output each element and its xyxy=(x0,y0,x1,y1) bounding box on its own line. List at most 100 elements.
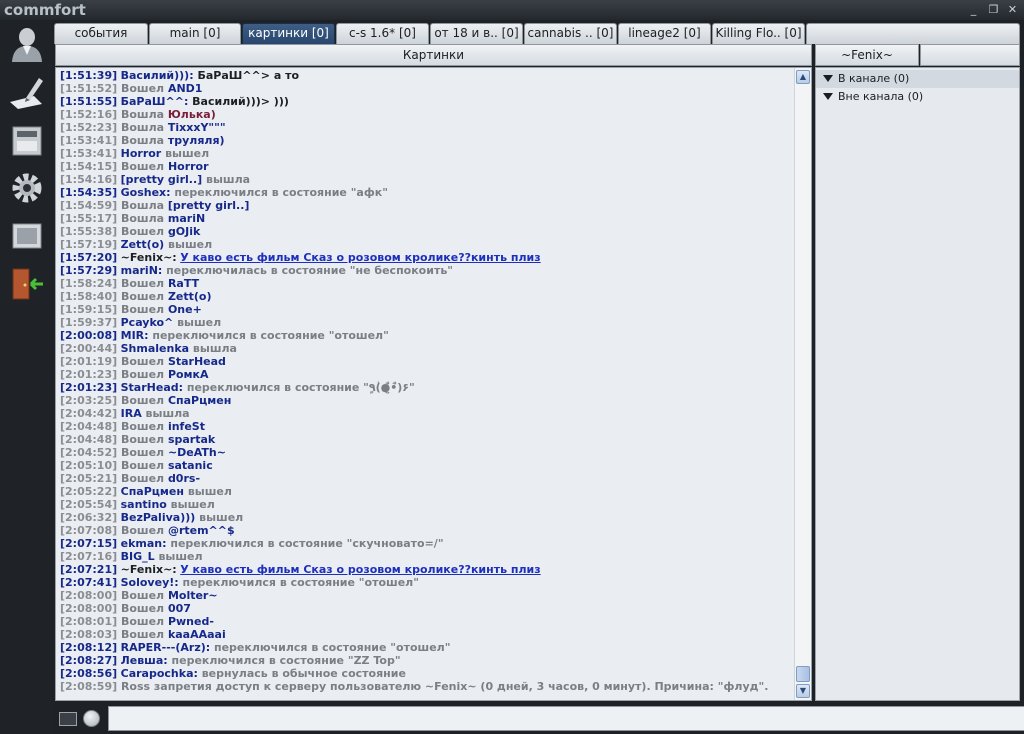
chat-nick[interactable]: Horror xyxy=(121,147,162,160)
minimize-button[interactable]: _ xyxy=(966,3,981,17)
chat-nick[interactable]: Zett(o) xyxy=(168,290,212,303)
chat-nick[interactable]: 007 xyxy=(168,602,191,615)
exit-door-icon[interactable] xyxy=(8,264,46,304)
tab-strip: события main [0] картинки [0] c-s 1.6* [… xyxy=(52,20,1024,44)
chat-nick[interactable]: Molter~ xyxy=(168,589,218,602)
chat-nick[interactable]: Shmalenka xyxy=(121,342,189,355)
scroll-down-button[interactable]: ▼ xyxy=(796,684,810,698)
group-out-of-channel[interactable]: Вне канала (0) xyxy=(816,88,1019,106)
tab-pictures[interactable]: картинки [0] xyxy=(242,23,335,44)
chat-timestamp: [2:01:19] xyxy=(60,355,118,368)
close-button[interactable]: ✕ xyxy=(1005,3,1020,17)
chat-timestamp: [2:07:15] xyxy=(60,537,118,550)
chat-log[interactable]: [1:51:39] Василий))): БаРаШ^^> а то [1:51… xyxy=(55,67,812,701)
chat-message: Василий)))> ))) xyxy=(188,95,289,108)
chat-nick[interactable]: [pretty girl..] xyxy=(121,173,203,186)
chat-status: переключилась в состояние "не беспокоить… xyxy=(162,264,454,277)
chat-nick[interactable]: mariN: xyxy=(121,264,163,277)
chat-nick[interactable]: satanic xyxy=(168,459,213,472)
chat-event: Вошел xyxy=(117,290,168,303)
chat-nick[interactable]: santino xyxy=(121,498,167,511)
chat-timestamp: [1:57:20] xyxy=(60,251,118,264)
chat-timestamp: [1:52:23] xyxy=(60,121,118,134)
chat-nick: ~Fenix~: xyxy=(120,251,177,264)
settings-gear-icon[interactable] xyxy=(8,168,46,208)
chat-nick[interactable]: BezPaliva))) xyxy=(121,511,196,524)
chat-link[interactable]: У каво есть фильм Сказ о розовом кролике… xyxy=(180,251,540,264)
chat-nick[interactable]: Pwned- xyxy=(168,615,214,628)
chat-nick[interactable]: Zett(o) xyxy=(121,238,165,251)
chat-nick[interactable]: Pcayko^ xyxy=(121,316,174,329)
chat-nick[interactable]: BIG_L xyxy=(121,550,155,563)
scroll-up-button[interactable]: ▲ xyxy=(796,70,810,84)
tab-cannabis[interactable]: cannabis .. [0] xyxy=(524,23,617,44)
chat-nick[interactable]: Horror xyxy=(168,160,209,173)
chat-nick[interactable]: РомкА xyxy=(168,368,209,381)
chat-nick[interactable]: StarHead: xyxy=(121,381,183,394)
scroll-thumb[interactable] xyxy=(796,666,810,682)
chat-nick[interactable]: труляля) xyxy=(168,134,225,147)
chat-event: вышел xyxy=(195,511,244,524)
chat-event: Вошел xyxy=(117,628,168,641)
user-icon[interactable] xyxy=(8,24,46,64)
chat-nick[interactable]: AND1 xyxy=(168,82,203,95)
insert-image-icon[interactable] xyxy=(59,712,77,726)
pen-icon[interactable] xyxy=(8,72,46,112)
chat-nick[interactable]: Goshex: xyxy=(121,186,171,199)
chat-nick[interactable]: Левша: xyxy=(121,654,168,667)
chat-line: [2:01:23] StarHead: переключился в состо… xyxy=(60,381,790,394)
chat-timestamp: [2:05:10] xyxy=(60,459,118,472)
chat-nick[interactable]: ekman: xyxy=(121,537,167,550)
tab-main[interactable]: main [0] xyxy=(149,23,241,44)
chat-nick[interactable]: IRA xyxy=(121,407,142,420)
chat-nick[interactable]: СпаРцмен xyxy=(168,394,231,407)
chat-line: [1:54:59] Вошла [pretty girl..] xyxy=(60,199,790,212)
chat-line: [1:52:23] Вошла TixxxY""" xyxy=(60,121,790,134)
chat-nick[interactable]: ~DeATh~ xyxy=(168,446,226,459)
chat-line: [1:51:55] БаРаШ^^: Василий)))> ))) xyxy=(60,95,790,108)
chat-nick[interactable]: spartak xyxy=(168,433,215,446)
maximize-button[interactable]: ❐ xyxy=(986,3,1001,17)
chat-nick[interactable]: One+ xyxy=(168,303,202,316)
chat-nick[interactable]: d0rs- xyxy=(168,472,200,485)
chat-nick[interactable]: Василий))): xyxy=(121,69,194,82)
chat-nick[interactable]: БаРаШ^^: xyxy=(121,95,189,108)
message-input[interactable] xyxy=(108,706,1024,731)
chat-nick[interactable]: TixxxY""" xyxy=(168,121,226,134)
chat-nick[interactable]: @rtem^^$ xyxy=(168,524,235,537)
chat-link[interactable]: У каво есть фильм Сказ о розовом кролике… xyxy=(180,563,540,576)
tab-lineage2[interactable]: lineage2 [0] xyxy=(618,23,711,44)
drive-icon[interactable] xyxy=(8,120,46,160)
smiley-icon[interactable] xyxy=(83,710,100,727)
tab-cs16[interactable]: c-s 1.6* [0] xyxy=(336,23,429,44)
chat-nick[interactable]: MIR: xyxy=(121,329,149,342)
chat-nick[interactable]: StarHead xyxy=(168,355,226,368)
chat-nick[interactable]: [pretty girl..] xyxy=(168,199,250,212)
chat-message: БаРаШ^^> а то xyxy=(193,69,300,82)
chat-nick[interactable]: kaaAAaai xyxy=(168,628,226,641)
chat-event: Вошел xyxy=(117,589,168,602)
chat-nick[interactable]: RaTT xyxy=(168,277,199,290)
tab-events[interactable]: события xyxy=(54,23,148,44)
chat-nick[interactable]: Solovey!: xyxy=(121,576,179,589)
chat-status: вернулась в обычное состояние xyxy=(197,667,406,680)
title-bar[interactable]: commfort _ ❐ ✕ xyxy=(0,0,1024,20)
chat-nick[interactable]: RAPER---(Arz): xyxy=(121,641,211,654)
chat-line: [1:59:37] Pcayko^ вышел xyxy=(60,316,790,329)
tab-18plus[interactable]: от 18 и в.. [0] xyxy=(430,23,523,44)
chat-timestamp: [1:55:17] xyxy=(60,212,118,225)
chat-timestamp: [2:00:44] xyxy=(60,342,118,355)
chat-scrollbar[interactable]: ▲ ▼ xyxy=(794,68,811,700)
chat-nick[interactable]: infeSt xyxy=(168,420,205,433)
image-icon[interactable] xyxy=(8,216,46,256)
tab-killing-floor[interactable]: Killing Flo.. [0] xyxy=(712,23,805,44)
chat-nick[interactable]: gOJik xyxy=(168,225,200,238)
chat-nick[interactable]: СпаРцмен xyxy=(121,485,184,498)
chat-nick[interactable]: mariN xyxy=(168,212,205,225)
chat-timestamp: [1:51:55] xyxy=(60,95,118,108)
user-list-header[interactable]: ~Fenix~ xyxy=(815,44,919,66)
chat-nick[interactable]: Carapochka: xyxy=(121,667,198,680)
chat-line: [2:05:10] Вошел satanic xyxy=(60,459,790,472)
chat-event: Вошел xyxy=(117,225,168,238)
group-in-channel[interactable]: В канале (0) xyxy=(816,70,1019,88)
